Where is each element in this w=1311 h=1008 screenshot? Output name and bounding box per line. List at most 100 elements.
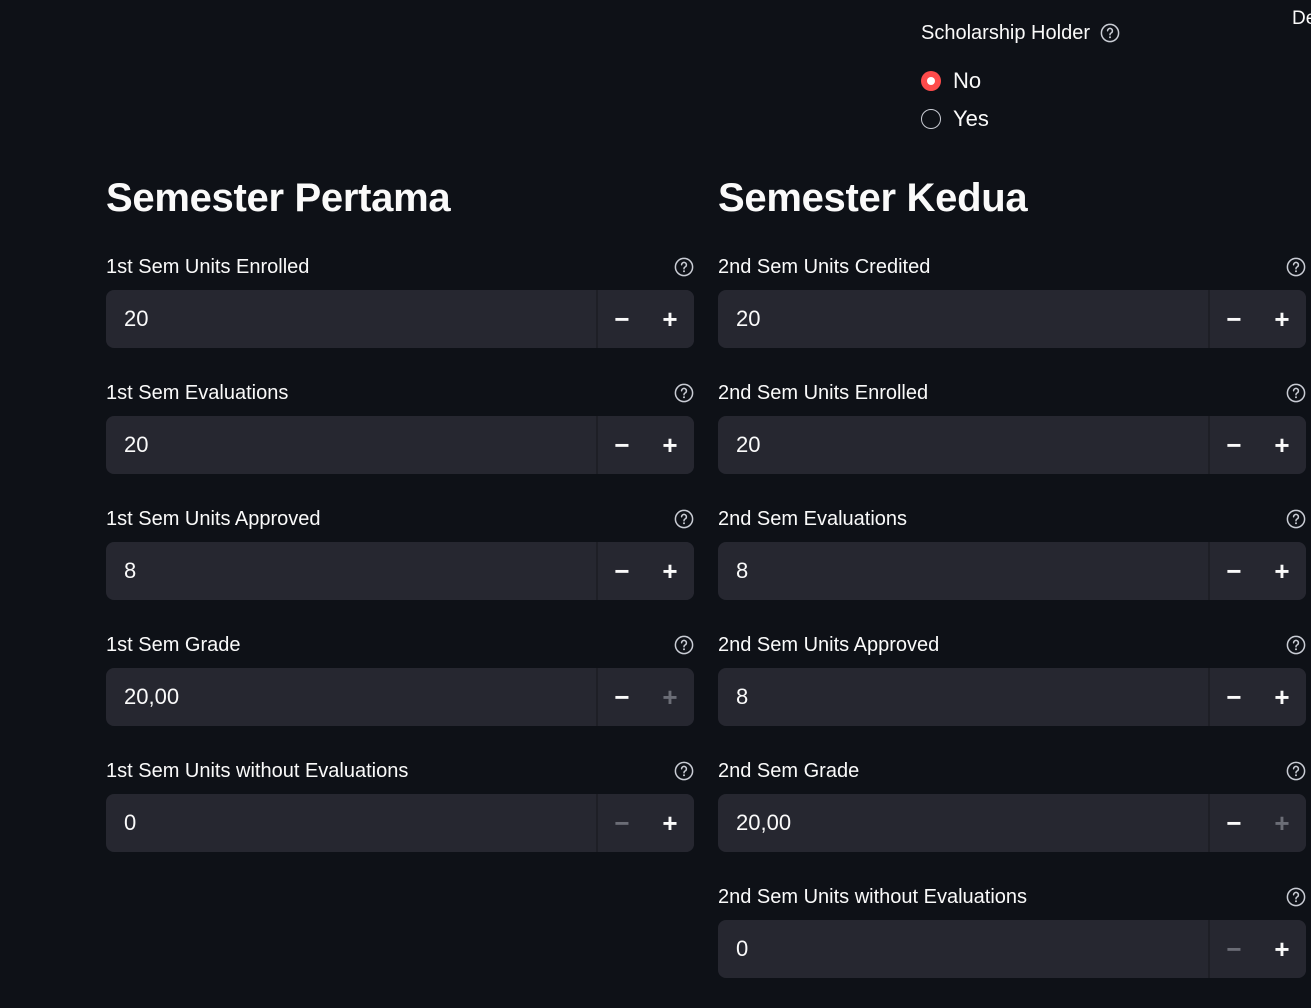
number-input: 20 − + <box>718 416 1306 474</box>
increment-button[interactable]: + <box>1258 416 1306 474</box>
number-input: 20,00 − + <box>106 668 694 726</box>
increment-button[interactable]: + <box>646 290 694 348</box>
number-input-value[interactable]: 20 <box>718 306 1208 332</box>
help-circle-icon[interactable] <box>674 257 694 277</box>
help-circle-icon[interactable] <box>674 761 694 781</box>
number-field-2nd-sem-units-enrolled: 2nd Sem Units Enrolled 20 − + <box>718 378 1306 504</box>
help-circle-icon[interactable] <box>1286 383 1306 403</box>
radio-selected-icon[interactable] <box>921 71 941 91</box>
field-label: 1st Sem Evaluations <box>106 381 289 404</box>
decrement-button[interactable]: − <box>598 542 646 600</box>
decrement-button[interactable]: − <box>1210 794 1258 852</box>
help-circle-icon[interactable] <box>674 383 694 403</box>
number-input: 8 − + <box>718 668 1306 726</box>
field-label-row: 2nd Sem Units Approved <box>718 630 1306 660</box>
number-input-value[interactable]: 20 <box>106 432 596 458</box>
number-input-value[interactable]: 8 <box>718 684 1208 710</box>
number-input: 0 − + <box>106 794 694 852</box>
increment-button[interactable]: + <box>646 668 694 726</box>
number-input-value[interactable]: 20,00 <box>106 684 596 710</box>
increment-button[interactable]: + <box>1258 290 1306 348</box>
number-field-1st-sem-units-without-evaluations: 1st Sem Units without Evaluations 0 − + <box>106 756 694 882</box>
scholarship-label-row: Scholarship Holder <box>921 20 1221 46</box>
field-label: 2nd Sem Units Approved <box>718 633 940 656</box>
decrement-button[interactable]: − <box>1210 668 1258 726</box>
decrement-button[interactable]: − <box>598 290 646 348</box>
number-field-2nd-sem-units-credited: 2nd Sem Units Credited 20 − + <box>718 252 1306 378</box>
field-label: 1st Sem Grade <box>106 633 241 656</box>
field-label-row: 2nd Sem Evaluations <box>718 504 1306 534</box>
column-title-semester-pertama: Semester Pertama <box>106 176 451 220</box>
increment-button[interactable]: + <box>1258 794 1306 852</box>
decrement-button[interactable]: − <box>598 794 646 852</box>
number-field-2nd-sem-grade: 2nd Sem Grade 20,00 − + <box>718 756 1306 882</box>
stepper-controls: − + <box>596 668 694 726</box>
stepper-controls: − + <box>1208 794 1306 852</box>
number-input: 8 − + <box>718 542 1306 600</box>
field-label-row: 1st Sem Evaluations <box>106 378 694 408</box>
radio-option-label: Yes <box>953 106 989 131</box>
number-input: 20 − + <box>106 416 694 474</box>
field-label: 1st Sem Units Approved <box>106 507 321 530</box>
increment-button[interactable]: + <box>646 794 694 852</box>
stepper-controls: − + <box>1208 668 1306 726</box>
stepper-controls: − + <box>1208 290 1306 348</box>
field-label: 1st Sem Units Enrolled <box>106 255 310 278</box>
field-label-row: 1st Sem Grade <box>106 630 694 660</box>
number-input: 20 − + <box>106 290 694 348</box>
number-input-value[interactable]: 20,00 <box>718 810 1208 836</box>
increment-button[interactable]: + <box>1258 920 1306 978</box>
stepper-controls: − + <box>1208 416 1306 474</box>
number-field-1st-sem-evaluations: 1st Sem Evaluations 20 − + <box>106 378 694 504</box>
stepper-controls: − + <box>1208 542 1306 600</box>
help-circle-icon[interactable] <box>1286 257 1306 277</box>
number-input-value[interactable]: 8 <box>718 558 1208 584</box>
number-input-value[interactable]: 0 <box>718 936 1208 962</box>
decrement-button[interactable]: − <box>598 416 646 474</box>
help-circle-icon[interactable] <box>1286 761 1306 781</box>
number-input-value[interactable]: 8 <box>106 558 596 584</box>
stepper-controls: − + <box>596 290 694 348</box>
number-input-value[interactable]: 0 <box>106 810 596 836</box>
stepper-controls: − + <box>596 542 694 600</box>
number-input: 20 − + <box>718 290 1306 348</box>
decrement-button[interactable]: − <box>1210 920 1258 978</box>
field-label-row: 1st Sem Units Approved <box>106 504 694 534</box>
number-input: 0 − + <box>718 920 1306 978</box>
number-input-value[interactable]: 20 <box>718 432 1208 458</box>
radio-option-yes[interactable]: Yes <box>921 100 1221 138</box>
help-circle-icon[interactable] <box>1286 887 1306 907</box>
help-circle-icon[interactable] <box>674 509 694 529</box>
decrement-button[interactable]: − <box>1210 290 1258 348</box>
number-input-value[interactable]: 20 <box>106 306 596 332</box>
field-label: 2nd Sem Grade <box>718 759 860 782</box>
decrement-button[interactable]: − <box>598 668 646 726</box>
number-field-1st-sem-units-enrolled: 1st Sem Units Enrolled 20 − + <box>106 252 694 378</box>
increment-button[interactable]: + <box>646 416 694 474</box>
stepper-controls: − + <box>596 416 694 474</box>
field-label: 2nd Sem Units Credited <box>718 255 931 278</box>
help-circle-icon[interactable] <box>674 635 694 655</box>
help-circle-icon[interactable] <box>1100 23 1120 43</box>
field-label: 2nd Sem Evaluations <box>718 507 908 530</box>
field-label-row: 1st Sem Units without Evaluations <box>106 756 694 786</box>
scholarship-options: No Yes <box>921 62 1221 138</box>
number-field-2nd-sem-evaluations: 2nd Sem Evaluations 8 − + <box>718 504 1306 630</box>
stepper-controls: − + <box>596 794 694 852</box>
number-field-2nd-sem-units-without-evaluations: 2nd Sem Units without Evaluations 0 − + <box>718 882 1306 1008</box>
field-label-row: 1st Sem Units Enrolled <box>106 252 694 282</box>
stepper-controls: − + <box>1208 920 1306 978</box>
radio-option-no[interactable]: No <box>921 62 1221 100</box>
field-label-row: 2nd Sem Units without Evaluations <box>718 882 1306 912</box>
number-field-1st-sem-grade: 1st Sem Grade 20,00 − + <box>106 630 694 756</box>
field-label: 1st Sem Units without Evaluations <box>106 759 409 782</box>
decrement-button[interactable]: − <box>1210 416 1258 474</box>
radio-unselected-icon[interactable] <box>921 109 941 129</box>
increment-button[interactable]: + <box>1258 542 1306 600</box>
increment-button[interactable]: + <box>646 542 694 600</box>
decrement-button[interactable]: − <box>1210 542 1258 600</box>
number-input: 20,00 − + <box>718 794 1306 852</box>
help-circle-icon[interactable] <box>1286 635 1306 655</box>
increment-button[interactable]: + <box>1258 668 1306 726</box>
help-circle-icon[interactable] <box>1286 509 1306 529</box>
